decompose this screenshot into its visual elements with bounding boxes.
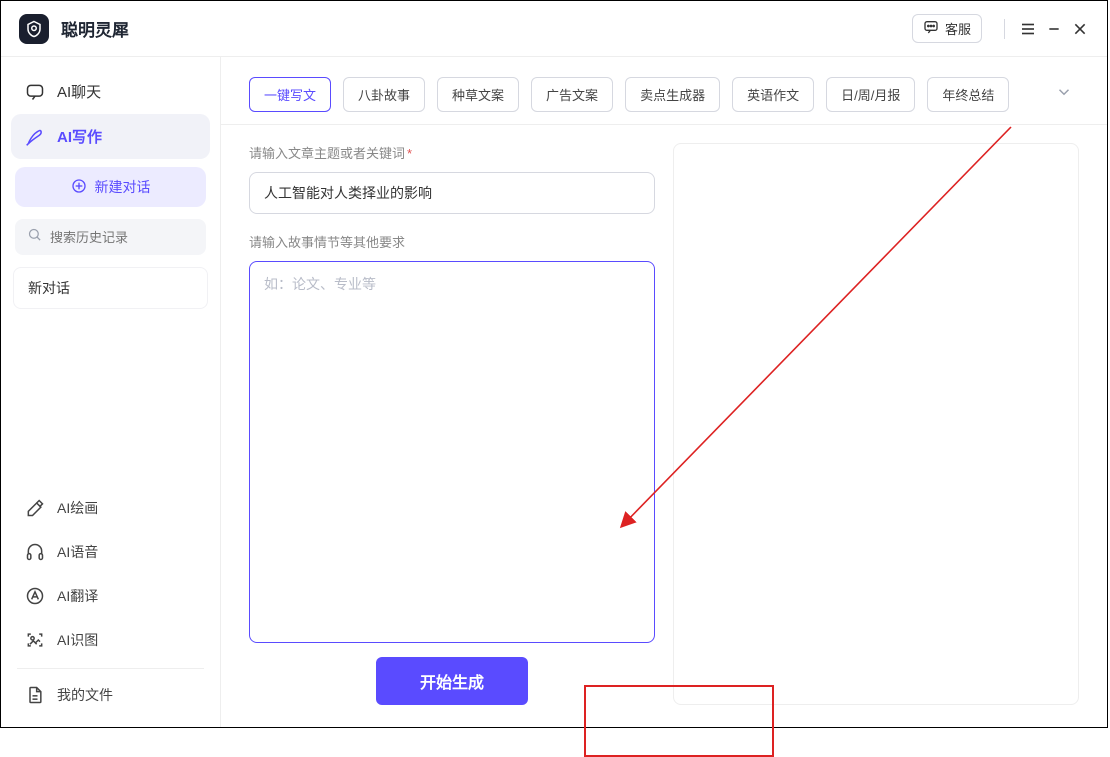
tab-english-essay[interactable]: 英语作文 [732,77,814,112]
minimize-button[interactable] [1041,16,1067,42]
headphones-icon [25,542,45,562]
chat-bubble-icon [923,19,939,38]
writing-category-tabs: 一键写文 八卦故事 种草文案 广告文案 卖点生成器 英语作文 日/周/月报 年终… [221,57,1107,125]
file-icon [25,685,45,705]
details-textarea[interactable] [249,261,655,643]
required-indicator: * [407,146,412,161]
sidebar-item-write[interactable]: AI写作 [11,114,210,159]
topic-label: 请输入文章主题或者关键词* [249,143,655,162]
sidebar-item-paint[interactable]: AI绘画 [11,486,210,530]
chat-icon [25,82,45,102]
tab-selling-point-generator[interactable]: 卖点生成器 [625,77,720,112]
search-icon [27,227,42,247]
details-label: 请输入故事情节等其他要求 [249,232,655,251]
expand-tabs-button[interactable] [1049,79,1079,110]
topic-input[interactable] [249,172,655,214]
sidebar-item-voice[interactable]: AI语音 [11,530,210,574]
history-item[interactable]: 新对话 [13,267,208,309]
tab-report[interactable]: 日/周/月报 [826,77,915,112]
tab-gossip-story[interactable]: 八卦故事 [343,77,425,112]
titlebar-divider [1004,19,1005,39]
sidebar-item-translate[interactable]: AI翻译 [11,574,210,618]
customer-service-label: 客服 [945,19,971,38]
main-content: 一键写文 八卦故事 种草文案 广告文案 卖点生成器 英语作文 日/周/月报 年终… [221,57,1107,727]
titlebar: 聪明灵犀 客服 [1,1,1107,57]
sidebar-item-label: 我的文件 [57,685,113,705]
sidebar-item-label: AI写作 [57,126,102,147]
chevron-down-icon [1055,88,1073,105]
sidebar-item-chat[interactable]: AI聊天 [11,69,210,114]
sidebar-item-ocr[interactable]: AI识图 [11,618,210,662]
tab-promotion-copy[interactable]: 种草文案 [437,77,519,112]
preview-panel [673,143,1079,705]
close-button[interactable] [1067,16,1093,42]
sidebar-item-label: AI识图 [57,630,98,650]
sidebar-item-label: AI聊天 [57,81,101,102]
sidebar-separator [17,668,204,669]
sidebar-item-label: AI翻译 [57,586,98,606]
image-scan-icon [25,630,45,650]
history-search-input[interactable] [50,230,226,245]
history-search[interactable] [15,219,206,255]
generate-button[interactable]: 开始生成 [376,657,528,705]
sidebar-item-label: AI绘画 [57,498,98,518]
tab-ad-copy[interactable]: 广告文案 [531,77,613,112]
sidebar: AI聊天 AI写作 新建对话 新对话 [1,57,221,727]
tab-year-summary[interactable]: 年终总结 [927,77,1009,112]
app-logo-icon [19,14,49,44]
translate-icon [25,586,45,606]
app-title: 聪明灵犀 [61,16,129,41]
plus-circle-icon [71,178,87,197]
brush-icon [25,498,45,518]
customer-service-button[interactable]: 客服 [912,14,982,43]
menu-button[interactable] [1015,16,1041,42]
new-conversation-button[interactable]: 新建对话 [15,167,206,207]
form-column: 请输入文章主题或者关键词* 请输入故事情节等其他要求 开始生成 [249,143,655,705]
sidebar-item-label: AI语音 [57,542,98,562]
tab-one-click-writing[interactable]: 一键写文 [249,77,331,112]
write-icon [25,127,45,147]
new-conversation-label: 新建对话 [95,177,151,197]
sidebar-item-files[interactable]: 我的文件 [11,673,210,717]
